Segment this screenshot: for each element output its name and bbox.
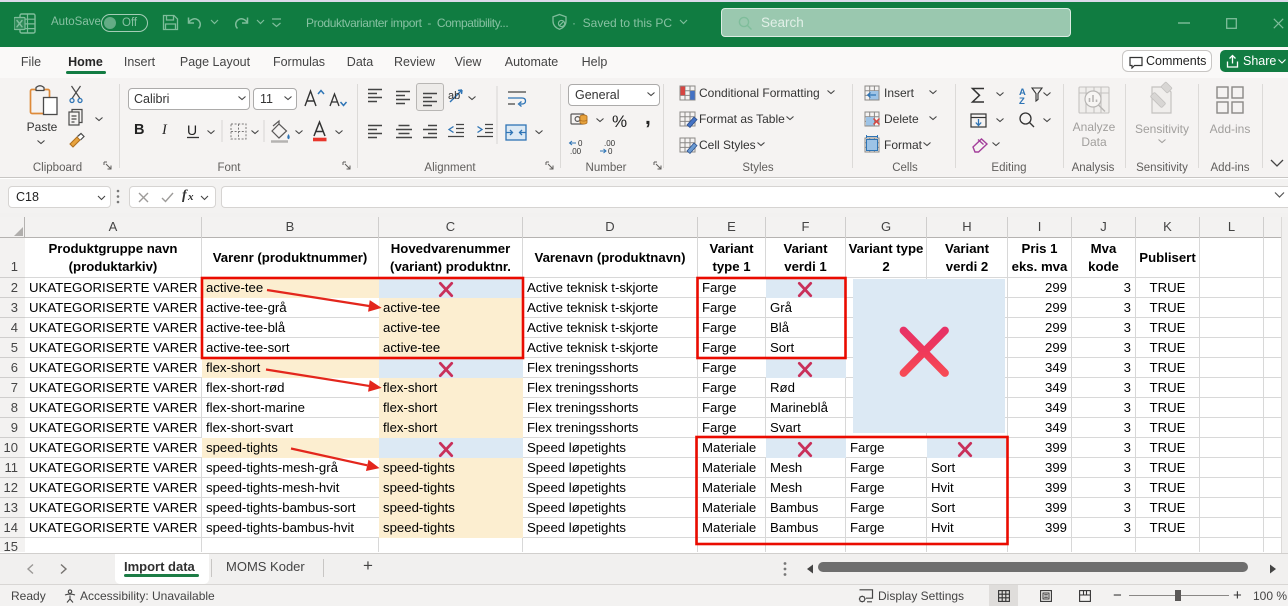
svg-text:ab: ab xyxy=(448,90,460,102)
svg-text:0: 0 xyxy=(608,147,613,156)
svg-text:Z: Z xyxy=(1019,96,1025,107)
svg-text:.00: .00 xyxy=(570,147,582,156)
